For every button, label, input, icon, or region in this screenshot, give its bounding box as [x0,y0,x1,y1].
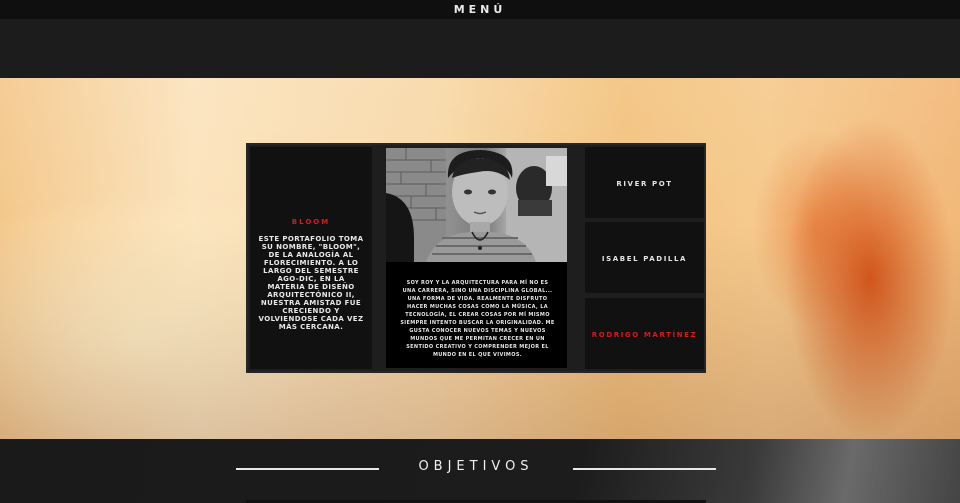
menu-button[interactable]: MENÚ [0,3,960,16]
member-item-river-pot[interactable]: RIVER POT [585,147,704,218]
about-title: BLOOM [291,218,331,226]
member-item-isabel-padilla[interactable]: ISABEL PADILLA [585,222,704,293]
member-label: ISABEL PADILLA [601,255,688,263]
member-item-rodrigo-martinez[interactable]: RODRIGO MARTÍNEZ [585,298,704,369]
top-bar: MENÚ [0,0,960,19]
profile-photo-illustration [386,148,567,262]
page: MENÚ BLOOM ESTE PORTAFOLIO TOMA SU NOMBR… [0,0,960,503]
members-list: RIVER POT ISABEL PADILLA RODRIGO MARTÍNE… [585,147,704,369]
divider-left [236,468,379,470]
about-description: ESTE PORTAFOLIO TOMA SU NOMBRE, "BLOOM",… [258,235,364,331]
section-title: OBJETIVOS [418,459,534,474]
member-label: RIVER POT [616,180,673,188]
about-card: BLOOM ESTE PORTAFOLIO TOMA SU NOMBRE, "B… [250,147,372,369]
profile-bio: SOY ROY Y LA ARQUITECTURA PARA MÍ NO ES … [400,280,555,358]
member-label-active: RODRIGO MARTÍNEZ [591,331,698,339]
profile-card: SOY ROY Y LA ARQUITECTURA PARA MÍ NO ES … [386,148,567,368]
profile-photo [386,148,567,262]
team-panel: BLOOM ESTE PORTAFOLIO TOMA SU NOMBRE, "B… [246,143,706,373]
divider-right [573,468,716,470]
header-band [0,19,960,78]
objectives-section: OBJETIVOS [0,439,960,503]
